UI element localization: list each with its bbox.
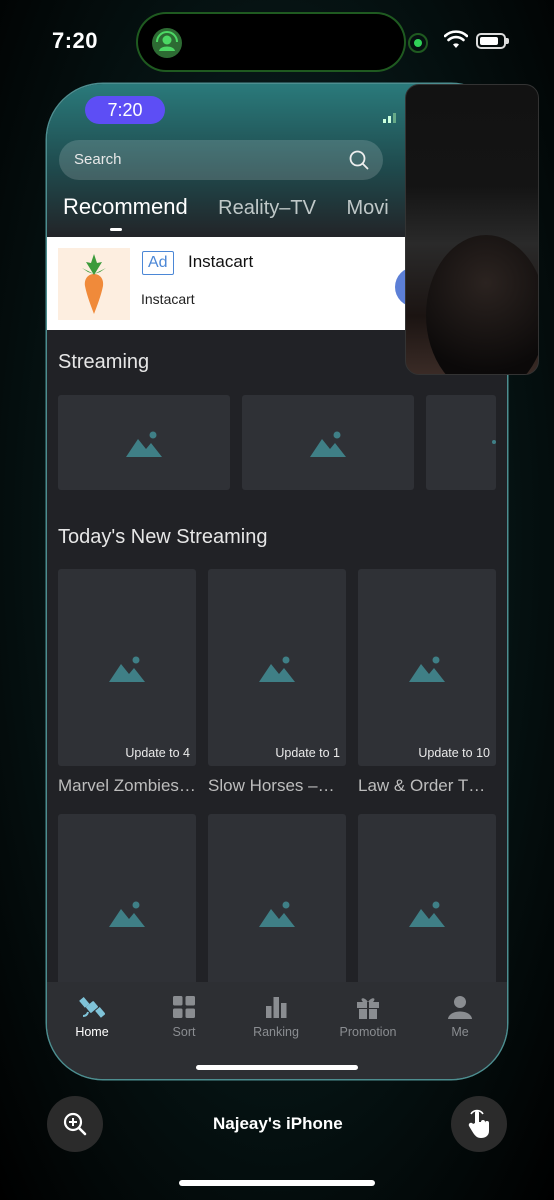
zoom-in-icon xyxy=(63,1112,87,1136)
image-placeholder-icon xyxy=(109,656,145,682)
active-tab-indicator xyxy=(110,228,122,231)
streaming-card[interactable] xyxy=(58,395,230,490)
camera-indicator-icon xyxy=(408,33,428,53)
outer-home-indicator[interactable] xyxy=(179,1180,375,1186)
tab-home-label: Home xyxy=(75,1025,109,1039)
show-caption[interactable]: Marvel Zombies… xyxy=(58,776,196,796)
touch-control-button[interactable] xyxy=(451,1096,507,1152)
zoom-button[interactable] xyxy=(47,1096,103,1152)
tab-movies[interactable]: Movi xyxy=(346,197,388,220)
show-card[interactable]: Update to 1 xyxy=(208,569,346,766)
ad-subtitle: Instacart xyxy=(141,291,195,307)
tab-sort-label: Sort xyxy=(172,1025,196,1039)
tab-me[interactable]: Me xyxy=(414,994,506,1039)
hand-tap-icon xyxy=(468,1109,489,1138)
tab-me-label: Me xyxy=(451,1025,469,1039)
search-placeholder: Search xyxy=(74,151,122,168)
tab-recommend[interactable]: Recommend xyxy=(63,194,188,220)
show-card[interactable]: Update to 4 xyxy=(58,569,196,766)
tab-promotion-label: Promotion xyxy=(339,1025,397,1039)
search-icon[interactable] xyxy=(349,150,369,170)
gift-icon xyxy=(355,994,381,1020)
tab-home[interactable]: Home xyxy=(47,994,138,1039)
show-caption[interactable]: Law & Order T… xyxy=(358,776,496,796)
grid-icon xyxy=(171,994,197,1020)
image-placeholder-icon xyxy=(409,901,445,927)
outer-status-time: 7:20 xyxy=(52,28,99,53)
facetime-video-pip[interactable] xyxy=(405,84,539,375)
image-placeholder-icon xyxy=(259,901,295,927)
wifi-icon xyxy=(443,30,469,55)
carrot-logo-icon xyxy=(58,248,130,320)
bar-chart-icon xyxy=(263,994,289,1020)
update-badge: Update to 10 xyxy=(418,746,490,760)
tab-ranking[interactable]: Ranking xyxy=(230,994,322,1039)
tab-promotion[interactable]: Promotion xyxy=(322,994,414,1039)
search-bar[interactable]: Search xyxy=(59,140,383,180)
signal-icon xyxy=(383,110,401,128)
ad-title: Instacart xyxy=(188,252,254,271)
inner-status-time: 7:20 xyxy=(85,96,165,124)
image-placeholder-icon xyxy=(310,431,346,457)
home-satellite-icon xyxy=(79,994,106,1020)
show-caption[interactable]: Slow Horses –… xyxy=(208,776,346,796)
new-streaming-section-title: Today's New Streaming xyxy=(58,526,268,548)
device-name-label: Najeay's iPhone xyxy=(213,1114,343,1133)
tab-sort[interactable]: Sort xyxy=(138,994,230,1039)
person-icon xyxy=(447,994,473,1020)
image-placeholder-icon xyxy=(409,656,445,682)
streaming-card[interactable] xyxy=(426,395,496,490)
ad-badge: Ad xyxy=(142,251,174,275)
image-placeholder-icon xyxy=(109,901,145,927)
update-badge: Update to 4 xyxy=(125,746,190,760)
dynamic-island[interactable] xyxy=(138,14,404,70)
image-placeholder-icon xyxy=(126,431,162,457)
update-badge: Update to 1 xyxy=(275,746,340,760)
battery-icon xyxy=(476,33,509,49)
inner-home-indicator[interactable] xyxy=(196,1065,358,1070)
tab-ranking-label: Ranking xyxy=(253,1025,299,1039)
image-placeholder-icon xyxy=(259,656,295,682)
streaming-section-title: Streaming xyxy=(58,351,150,373)
person-broadcast-icon xyxy=(152,28,182,58)
tab-reality-tv[interactable]: Reality–TV xyxy=(218,197,316,220)
show-card[interactable]: Update to 10 xyxy=(358,569,496,766)
streaming-card[interactable] xyxy=(242,395,414,490)
